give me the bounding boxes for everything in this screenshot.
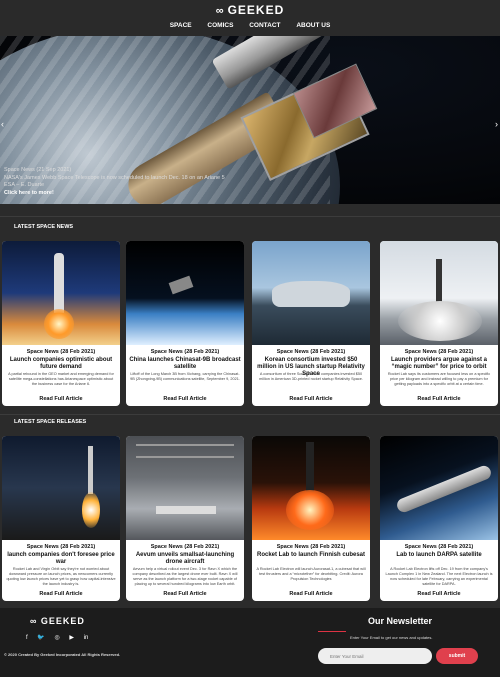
release-card-desc: Rocket Lab and Virgin Orbit say they're …	[6, 567, 116, 586]
news-card-image	[126, 241, 244, 345]
news-card-date: Space News (28 Feb 2021)	[26, 349, 96, 355]
nav-item-about-us[interactable]: ABOUT US	[296, 22, 330, 29]
release-card-date: Space News (28 Feb 2021)	[26, 544, 96, 550]
carousel-next-icon[interactable]: ›	[495, 119, 498, 129]
news-card-title[interactable]: Launch companies optimistic about future…	[5, 357, 117, 371]
hero-more-link[interactable]: Click here to more!	[4, 190, 225, 198]
glasses-icon: ∞	[215, 5, 225, 17]
newsletter-title: Our Newsletter	[368, 616, 433, 626]
copyright-text: © 2020 Created By Geeked Incorporated Al…	[4, 652, 121, 657]
release-card-desc: Aevum help a virtual rollout event Dec. …	[132, 567, 238, 586]
footer: ∞ GEEKED f 🐦 ◎ ▶ in © 2020 Created By Ge…	[0, 608, 500, 677]
read-full-article-link[interactable]: Read Full Article	[126, 591, 244, 597]
release-card[interactable]: Space News (28 Feb 2021) Aevum unveils s…	[126, 436, 244, 601]
release-card-image	[126, 436, 244, 540]
hero-carousel: ‹ › Space News (21 Sep 2021) NASA's Jame…	[0, 36, 500, 204]
glasses-icon: ∞	[30, 616, 41, 626]
release-card-desc: A Rocket Lab Electron will launch Aurora…	[256, 567, 366, 581]
release-card-date: Space News (28 Feb 2021)	[404, 544, 474, 550]
submit-button[interactable]: submit	[436, 648, 478, 664]
read-full-article-link[interactable]: Read Full Article	[2, 396, 120, 402]
news-card-image	[2, 241, 120, 345]
latest-news-heading: LATEST SPACE NEWS	[14, 224, 74, 230]
release-card-desc: A Rocket Lab Electron lifts off Dec. 19 …	[385, 567, 493, 586]
news-card[interactable]: Space News (28 Feb 2021) Launch companie…	[2, 241, 120, 406]
release-card[interactable]: Space News (28 Feb 2021) Lab to launch D…	[380, 436, 498, 601]
read-full-article-link[interactable]: Read Full Article	[380, 396, 498, 402]
newsletter-subtitle: Enter Your Email to get our news and upd…	[350, 635, 433, 640]
news-card-desc: A consortium of three South Korean compa…	[259, 372, 363, 381]
youtube-icon[interactable]: ▶	[69, 634, 74, 641]
email-field[interactable]	[318, 648, 432, 664]
facebook-icon[interactable]: f	[26, 635, 28, 641]
instagram-icon[interactable]: ◎	[55, 634, 60, 641]
news-card-desc: Liftoff of the Long March 3B from Xichan…	[130, 372, 240, 381]
release-card-title[interactable]: Lab to launch DARPA satellite	[383, 552, 495, 559]
release-card-date: Space News (28 Feb 2021)	[150, 544, 220, 550]
news-card[interactable]: Space News (28 Feb 2021) Korean consorti…	[252, 241, 370, 406]
news-card[interactable]: Space News (28 Feb 2021) Launch provider…	[380, 241, 498, 406]
newsletter-underline	[318, 631, 346, 632]
news-card-title[interactable]: Launch providers argue against a “magic …	[383, 357, 495, 371]
nav-item-comics[interactable]: COMICS	[207, 22, 233, 29]
carousel-prev-icon[interactable]: ‹	[1, 119, 4, 129]
news-card-date: Space News (28 Feb 2021)	[150, 349, 220, 355]
nav-item-space[interactable]: SPACE	[170, 22, 192, 29]
hero-caption: Space News (21 Sep 2021) NASA's James We…	[4, 167, 225, 198]
section-divider	[0, 216, 500, 217]
twitter-icon[interactable]: 🐦	[37, 634, 44, 641]
news-card-image	[380, 241, 498, 345]
footer-logo[interactable]: ∞ GEEKED	[30, 616, 85, 626]
read-full-article-link[interactable]: Read Full Article	[252, 591, 370, 597]
news-card-desc: Rocket Lab says its customers are focuse…	[387, 372, 491, 386]
release-card[interactable]: Space News (28 Feb 2021) Rocket Lab to l…	[252, 436, 370, 601]
section-divider	[0, 414, 500, 415]
read-full-article-link[interactable]: Read Full Article	[252, 396, 370, 402]
read-full-article-link[interactable]: Read Full Article	[126, 396, 244, 402]
release-card-date: Space News (28 Feb 2021)	[276, 544, 346, 550]
news-card[interactable]: Space News (28 Feb 2021) China launches …	[126, 241, 244, 406]
social-links: f 🐦 ◎ ▶ in	[26, 634, 96, 641]
release-card-image	[252, 436, 370, 540]
site-logo[interactable]: ∞ GEEKED	[0, 3, 500, 17]
release-card-title[interactable]: launch companies don't foresee price war	[5, 552, 117, 566]
release-card[interactable]: Space News (28 Feb 2021) launch companie…	[2, 436, 120, 601]
top-navbar: ∞ GEEKED SPACE COMICS CONTACT ABOUT US	[0, 0, 500, 36]
news-card-desc: A partial rebound in the GEO market and …	[8, 372, 114, 386]
release-card-image	[380, 436, 498, 540]
release-card-title[interactable]: Rocket Lab to launch Finnish cubesat	[255, 552, 367, 559]
news-card-image	[252, 241, 370, 345]
read-full-article-link[interactable]: Read Full Article	[2, 591, 120, 597]
release-card-image	[2, 436, 120, 540]
latest-releases-heading: LATEST SPACE RELEASES	[14, 419, 87, 425]
linkedin-icon[interactable]: in	[84, 635, 89, 641]
read-full-article-link[interactable]: Read Full Article	[380, 591, 498, 597]
news-card-date: Space News (28 Feb 2021)	[276, 349, 346, 355]
news-card-title[interactable]: China launches Chinasat-9B broadcast sat…	[129, 357, 241, 371]
release-card-title[interactable]: Aevum unveils smallsat-launching drone a…	[129, 552, 241, 566]
nav-item-contact[interactable]: CONTACT	[249, 22, 280, 29]
news-card-date: Space News (28 Feb 2021)	[404, 349, 474, 355]
main-nav: SPACE COMICS CONTACT ABOUT US	[0, 22, 500, 29]
